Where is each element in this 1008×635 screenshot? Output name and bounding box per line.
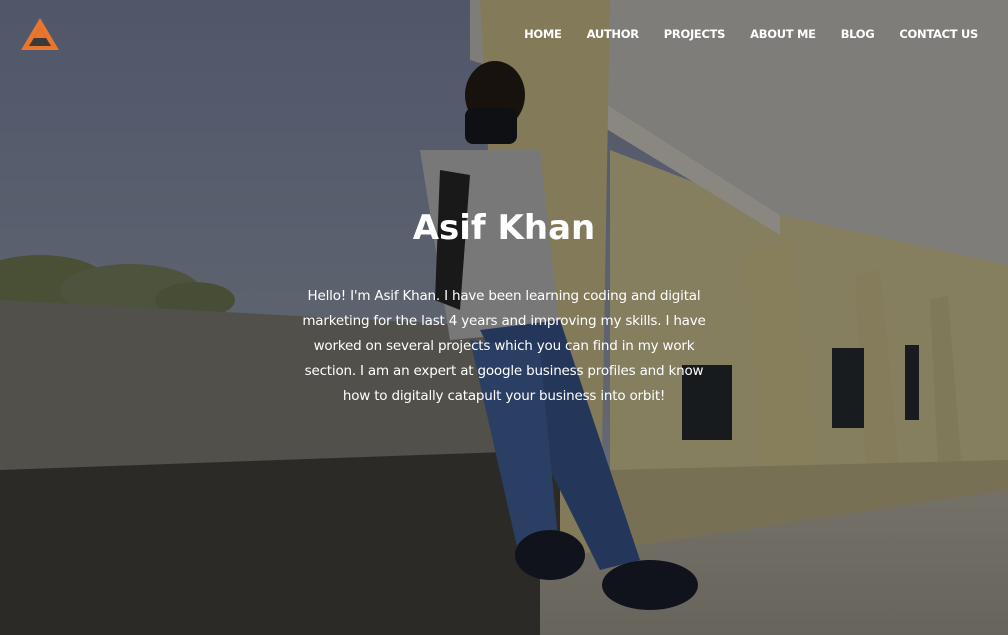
top-navigation-bar: HOME AUTHOR PROJECTS ABOUT ME BLOG CONTA… — [0, 0, 1008, 68]
nav-link-projects[interactable]: PROJECTS — [664, 26, 726, 42]
nav-list: HOME AUTHOR PROJECTS ABOUT ME BLOG CONTA… — [499, 26, 978, 42]
nav-link-home[interactable]: HOME — [524, 26, 562, 42]
nav-item-blog: BLOG — [816, 26, 875, 42]
nav-link-blog[interactable]: BLOG — [841, 26, 875, 42]
nav-item-projects: PROJECTS — [639, 26, 726, 42]
nav-link-about-me[interactable]: ABOUT ME — [750, 26, 816, 42]
triangle-logo-icon[interactable] — [20, 16, 60, 52]
nav-item-about-me: ABOUT ME — [725, 26, 816, 42]
hero-section: HOME AUTHOR PROJECTS ABOUT ME BLOG CONTA… — [0, 0, 1008, 635]
hero-content: Asif Khan Hello! I'm Asif Khan. I have b… — [290, 200, 718, 409]
hero-title: Asif Khan — [412, 208, 596, 248]
nav-item-home: HOME — [499, 26, 562, 42]
nav-item-author: AUTHOR — [562, 26, 639, 42]
nav-link-author[interactable]: AUTHOR — [587, 26, 639, 42]
nav-item-contact-us: CONTACT US — [874, 26, 978, 42]
nav-link-contact-us[interactable]: CONTACT US — [899, 26, 978, 42]
hero-bio: Hello! I'm Asif Khan. I have been learni… — [302, 288, 706, 404]
